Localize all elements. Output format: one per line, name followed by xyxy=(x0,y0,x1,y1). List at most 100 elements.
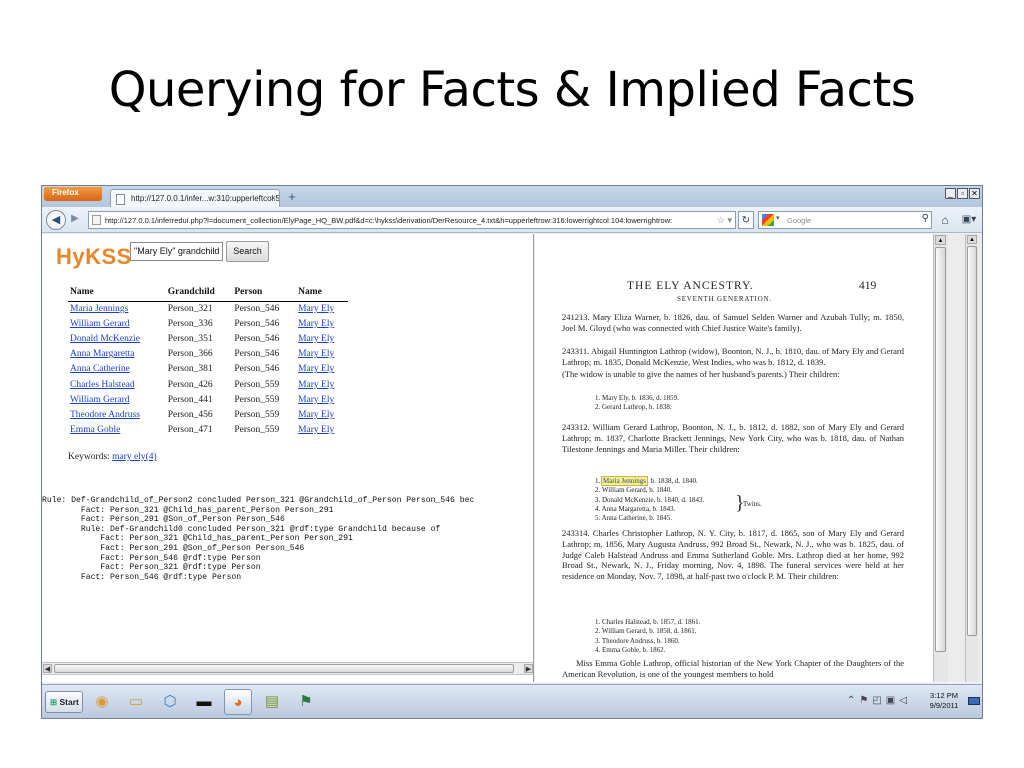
back-button[interactable]: ◀ xyxy=(46,210,66,230)
entry-paragraph: 243314. Charles Christopher Lathrop, N. … xyxy=(562,528,904,582)
start-button[interactable]: ⊞ Start xyxy=(45,691,83,713)
search-placeholder: Google xyxy=(787,216,812,225)
close-tab-icon[interactable]: × xyxy=(271,193,276,203)
grandchild-name-link[interactable]: Anna Margaretta xyxy=(68,347,166,362)
person-name-link[interactable]: Mary Ely xyxy=(296,316,348,331)
scroll-right-icon[interactable]: ▶ xyxy=(524,664,533,673)
clock-time: 3:12 PM xyxy=(930,691,958,700)
person-name-link[interactable]: Mary Ely xyxy=(296,407,348,422)
reload-button[interactable]: ↻ xyxy=(738,211,754,229)
window-controls: _ ▫ ✕ xyxy=(945,188,980,200)
rule-line: Rule: Def-Grandchild0 concluded Person_3… xyxy=(42,524,441,534)
table-row: Charles Halstead Person_426 Person_559 Mary… xyxy=(68,377,348,392)
list-item: 3. Donald McKenzie, b. 1840, d. 1843. xyxy=(595,495,705,504)
grandchild-name-link[interactable]: Donald McKenzie xyxy=(68,331,166,346)
restore-button[interactable]: ▫ xyxy=(957,188,968,199)
column-header: Name xyxy=(296,286,348,302)
virtualbox-icon[interactable]: ⬡ xyxy=(156,689,184,715)
google-icon[interactable] xyxy=(762,214,774,226)
system-tray[interactable]: ⌃⚑◰▣◁ xyxy=(847,695,911,706)
grandchild-name-link[interactable]: Anna Catherine xyxy=(68,362,166,377)
table-cell: Person_546 xyxy=(234,364,280,375)
search-icon[interactable]: ⚲ xyxy=(922,213,929,224)
person-name-link[interactable]: Mary Ely xyxy=(296,392,348,407)
table-cell: Person_546 xyxy=(234,349,280,360)
rule-line: Fact: Person_291 @Son_of_Person Person_5… xyxy=(42,543,305,553)
forward-button[interactable]: ▶ xyxy=(67,213,83,227)
entry-paragraph: 243311. Abigail Huntington Lathrop (wido… xyxy=(562,346,904,367)
scroll-thumb[interactable] xyxy=(54,664,514,673)
terminal-icon[interactable]: ▬ xyxy=(190,689,218,715)
entry-paragraph: 241213. Mary Eliza Warner, b. 1826, dau.… xyxy=(562,312,904,333)
grandchild-name-link[interactable]: Theodore Andruss xyxy=(68,407,166,422)
table-cell: Person_559 xyxy=(234,425,280,436)
query-input[interactable]: "Mary Ely" grandchild xyxy=(130,242,223,261)
list-item: 1. Charles Halstead, b. 1857, d. 1861. xyxy=(595,618,701,626)
minimize-button[interactable]: _ xyxy=(945,188,956,199)
table-cell: Person_471 xyxy=(167,425,213,436)
page-icon xyxy=(116,194,125,205)
grandchild-name-link[interactable]: Charles Halstead xyxy=(68,377,166,392)
person-name-link[interactable]: Mary Ely xyxy=(296,362,348,377)
table-cell: Person_546 xyxy=(234,318,280,329)
tab-title: http://127.0.0.1/infer...w:310:upperleft… xyxy=(131,194,280,203)
slide-title: Querying for Facts & Implied Facts xyxy=(108,62,916,118)
scroll-left-icon[interactable]: ◀ xyxy=(43,664,52,673)
table-cell: Person_366 xyxy=(167,349,213,360)
keywords-label: Keywords: xyxy=(68,452,110,462)
new-tab-button[interactable]: + xyxy=(284,189,300,205)
person-name-link[interactable]: Mary Ely xyxy=(296,347,348,362)
scroll-thumb[interactable] xyxy=(967,246,977,636)
children-list: 1. Maria Jennings, b. 1838, d. 1840. 2. … xyxy=(595,476,705,523)
table-cell: Person_441 xyxy=(167,394,213,405)
scroll-up-icon[interactable]: ▲ xyxy=(967,235,977,244)
tab-active[interactable]: http://127.0.0.1/infer...w:310:upperleft… xyxy=(110,189,280,207)
grandchild-name-link[interactable]: Maria Jennings xyxy=(68,301,166,316)
rule-line: Rule: Def-Grandchild_of_Person2 conclude… xyxy=(42,496,475,505)
bookmark-star-icon[interactable]: ☆ ▾ xyxy=(717,215,732,226)
clock-date: 9/9/2011 xyxy=(929,701,959,710)
keyword-link[interactable]: mary ely(4) xyxy=(112,452,157,462)
rule-line: Fact: Person_321 @Child_has_parent_Perso… xyxy=(42,534,353,544)
search-bar[interactable]: ▾ Google ⚲ xyxy=(758,211,932,229)
clock[interactable]: 3:12 PM 9/9/2011 xyxy=(926,691,962,711)
chrome-icon[interactable]: ◉ xyxy=(88,689,116,715)
table-row: Anna Margaretta Person_366 Person_546 Mary … xyxy=(68,347,348,362)
table-cell: Person_559 xyxy=(234,394,280,405)
grandchild-name-link[interactable]: William Gerard xyxy=(68,392,166,407)
person-name-link[interactable]: Mary Ely xyxy=(296,301,348,316)
list-item: 2. William Gerard, b. 1840. xyxy=(595,486,672,495)
table-row: Theodore Andruss Person_456 Person_559 Mary… xyxy=(68,407,348,422)
taskbar: ⊞ Start ◉ ▭ ⬡ ▬ ◕ ▤ ⚑ ⌃⚑◰▣◁ 3:12 PM 9/9/… xyxy=(42,684,982,718)
flag-app-icon[interactable]: ⚑ xyxy=(292,689,320,715)
chart-app-icon[interactable]: ▤ xyxy=(258,689,286,715)
results-table: Name Grandchild Person Name Maria Jennin… xyxy=(68,286,348,438)
folder-icon[interactable]: ▭ xyxy=(122,689,150,715)
list-item: 4. Anna Margaretta, b. 1843. xyxy=(595,504,676,513)
grandchild-name-link[interactable]: William Gerard xyxy=(68,316,166,331)
home-button[interactable]: ⌂ xyxy=(935,211,955,229)
firefox-menu-button[interactable]: Firefox xyxy=(44,187,102,201)
menu-button[interactable]: ▣▾ xyxy=(958,211,980,229)
horizontal-scrollbar[interactable]: ◀ ▶ xyxy=(42,662,533,675)
chevron-down-icon[interactable]: ▾ xyxy=(776,214,780,222)
rule-explanation: Rule: Def-Grandchild_of_Person2 conclude… xyxy=(42,496,533,582)
highlighted-match[interactable]: Maria Jennings xyxy=(601,476,648,486)
firefox-icon[interactable]: ◕ xyxy=(224,689,252,715)
close-button[interactable]: ✕ xyxy=(969,188,980,199)
table-row: William Gerard Person_441 Person_559 Mary E… xyxy=(68,392,348,407)
person-name-link[interactable]: Mary Ely xyxy=(296,331,348,346)
url-bar[interactable]: http://127.0.0.1/inferredui.php?l=docume… xyxy=(88,211,736,229)
window-scrollbar[interactable]: ▲ xyxy=(965,234,978,682)
show-desktop-button[interactable] xyxy=(968,697,980,705)
person-name-link[interactable]: Mary Ely xyxy=(296,423,348,438)
table-cell: Person_559 xyxy=(234,409,280,420)
document-scrollbar[interactable]: ▲ xyxy=(933,234,948,682)
list-item: 1. Mary Ely, b. 1836, d. 1859. xyxy=(595,394,679,402)
scroll-up-icon[interactable]: ▲ xyxy=(935,235,946,245)
search-button[interactable]: Search xyxy=(226,241,269,262)
person-name-link[interactable]: Mary Ely xyxy=(296,377,348,392)
scroll-thumb[interactable] xyxy=(935,247,946,652)
column-header: Person xyxy=(232,286,297,302)
grandchild-name-link[interactable]: Emma Goble xyxy=(68,423,166,438)
